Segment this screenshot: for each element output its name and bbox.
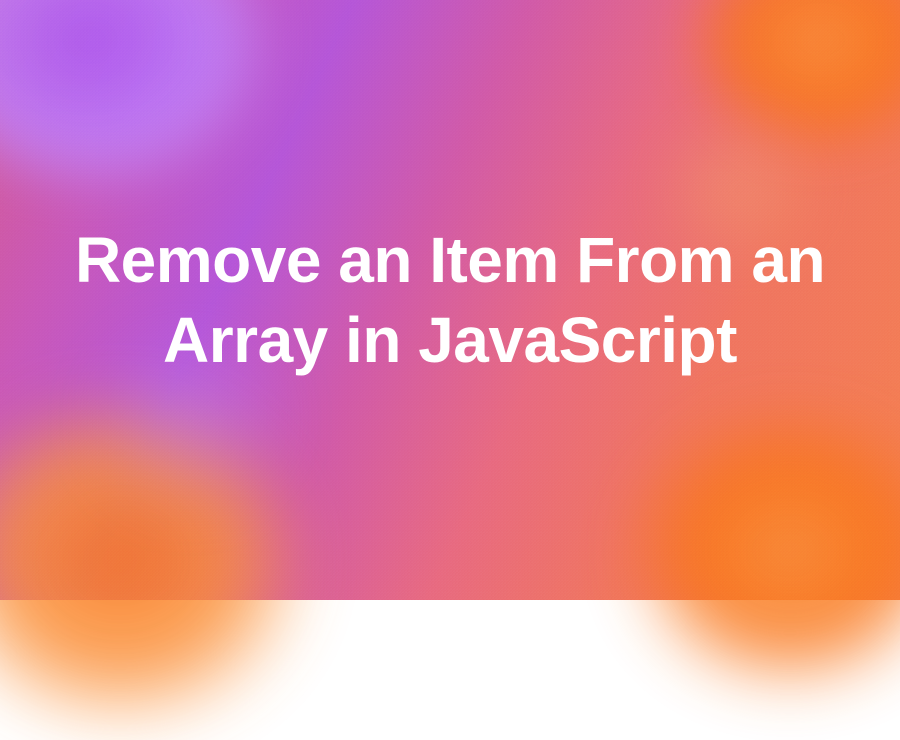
main-title: Remove an Item From an Array in JavaScri… bbox=[70, 220, 830, 380]
content-container: Remove an Item From an Array in JavaScri… bbox=[0, 0, 900, 600]
